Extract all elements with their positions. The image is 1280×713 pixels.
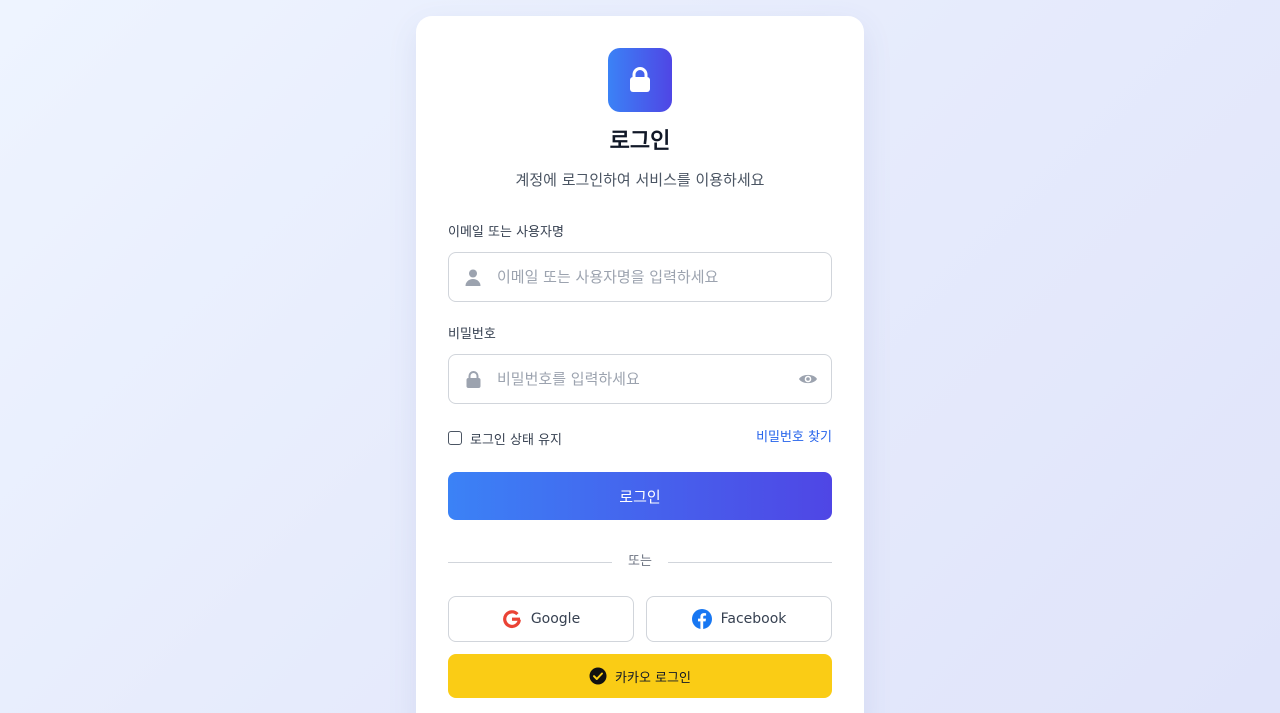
forgot-password-link[interactable]: 비밀번호 찾기 (756, 428, 832, 448)
google-label: Google (530, 611, 581, 627)
google-icon (502, 609, 522, 629)
divider-label: 또는 (628, 554, 652, 569)
remember-label: 로그인 상태 유지 (470, 432, 562, 448)
email-input[interactable] (497, 253, 787, 301)
email-field[interactable] (448, 252, 832, 302)
password-field[interactable] (448, 354, 832, 404)
login-button[interactable]: 로그인 (448, 472, 832, 520)
login-card: 로그인 계정에 로그인하여 서비스를 이용하세요 이메일 또는 사용자명 비밀번… (416, 16, 864, 713)
app-logo (608, 48, 672, 112)
password-input[interactable] (497, 355, 787, 403)
email-label: 이메일 또는 사용자명 (448, 225, 564, 240)
user-icon (463, 267, 483, 287)
remember-checkbox[interactable] (448, 431, 462, 445)
kakao-label: 카카오 로그인 (615, 670, 691, 686)
password-label: 비밀번호 (448, 327, 496, 342)
facebook-login-button[interactable]: Facebook (646, 596, 832, 642)
eye-icon[interactable] (797, 369, 819, 389)
page-subtitle: 계정에 로그인하여 서비스를 이용하세요 (515, 171, 765, 189)
divider-line-right (668, 562, 832, 563)
divider-line-left (448, 562, 612, 563)
lock-icon (630, 67, 650, 92)
lock-icon (463, 369, 483, 389)
facebook-icon (691, 609, 712, 629)
check-circle-icon (589, 667, 607, 685)
page-title: 로그인 (609, 129, 671, 154)
facebook-label: Facebook (720, 611, 787, 627)
google-login-button[interactable]: Google (448, 596, 634, 642)
remember-me[interactable]: 로그인 상태 유지 (448, 428, 562, 448)
kakao-login-button[interactable]: 카카오 로그인 (448, 654, 832, 698)
